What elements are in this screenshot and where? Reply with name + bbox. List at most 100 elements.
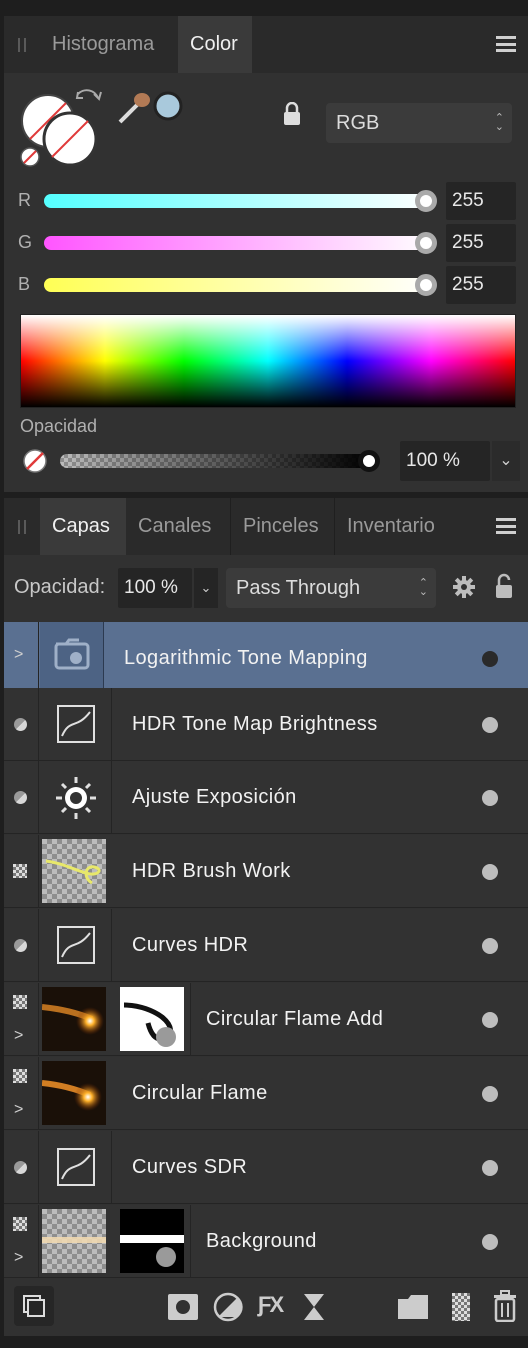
layer-opacity-dropdown[interactable]: ⌄	[194, 568, 218, 608]
adjustment-icon[interactable]	[212, 1291, 244, 1323]
add-group-folder-icon[interactable]	[396, 1293, 430, 1321]
color-model-value: RGB	[336, 112, 380, 134]
tab-inventario[interactable]: Inventario	[334, 498, 447, 555]
layer-expand-column[interactable]: >	[4, 622, 39, 694]
adjustment-layer-icon	[14, 791, 27, 804]
adjustment-layer-icon	[14, 1161, 27, 1174]
lock-icon[interactable]	[494, 573, 514, 599]
layer-row[interactable]: Curves SDR	[4, 1131, 528, 1204]
lock-icon[interactable]	[282, 102, 302, 126]
slider-r-handle[interactable]	[415, 190, 437, 212]
chevron-right-icon[interactable]: >	[14, 1249, 23, 1267]
fx-icon[interactable]: ƑX	[258, 1292, 284, 1318]
tab-color[interactable]: Color	[178, 16, 252, 73]
trash-icon[interactable]	[492, 1290, 518, 1322]
flame-thumbnail	[41, 987, 106, 1051]
layer-row[interactable]: > Logarithmic Tone Mapping	[4, 622, 528, 695]
layer-expand-column	[4, 688, 39, 760]
layer-name: HDR Tone Map Brightness	[132, 713, 378, 735]
swap-colors-icon[interactable]	[74, 86, 104, 114]
layer-expand-column	[4, 909, 39, 981]
panel-grip-icon[interactable]	[18, 38, 26, 52]
color-panel-tabbar: Histograma Color	[4, 16, 528, 73]
slider-g[interactable]	[44, 236, 434, 250]
exposure-sun-icon	[40, 761, 112, 834]
adjustment-layer-icon	[14, 939, 27, 952]
blend-mode-value: Pass Through	[236, 577, 361, 599]
tab-pinceles[interactable]: Pinceles	[230, 498, 331, 555]
eyedropper-icon[interactable]	[116, 88, 188, 128]
slider-g-handle[interactable]	[415, 232, 437, 254]
opacity-label: Opacidad	[20, 416, 98, 436]
layer-stack-button[interactable]	[14, 1286, 54, 1326]
layer-expand-column	[4, 761, 39, 833]
live-filter-icon[interactable]	[302, 1292, 326, 1322]
no-color-icon[interactable]	[22, 448, 48, 474]
layer-opacity-value[interactable]: 100 %	[118, 568, 192, 608]
value-b[interactable]: 255	[446, 266, 516, 304]
tab-canales[interactable]: Canales	[126, 498, 223, 555]
layer-visibility-dot[interactable]	[482, 938, 498, 954]
layer-name: Logarithmic Tone Mapping	[124, 647, 368, 669]
updown-arrows-icon: ⌃ ⌄	[418, 577, 428, 598]
layer-expand-column[interactable]: >	[4, 983, 39, 1055]
tab-capas[interactable]: Capas	[40, 498, 126, 555]
panel-grip-icon[interactable]	[18, 520, 26, 534]
layer-row[interactable]: HDR Brush Work	[4, 835, 528, 908]
panel-menu-icon[interactable]	[496, 518, 516, 534]
flame-thumbnail	[41, 1061, 106, 1125]
slider-b-handle[interactable]	[415, 274, 437, 296]
layer-row[interactable]: > Circular Flame	[4, 1057, 528, 1130]
group-folder-icon	[40, 622, 104, 694]
mask-layer-icon[interactable]	[166, 1292, 200, 1322]
chevron-right-icon[interactable]: >	[14, 1101, 23, 1119]
curves-icon	[40, 1131, 112, 1204]
layer-expand-column	[4, 1131, 39, 1203]
layer-expand-column[interactable]: >	[4, 1057, 39, 1129]
add-pixel-layer-icon[interactable]	[452, 1293, 470, 1321]
tab-histograma[interactable]: Histograma	[40, 16, 166, 73]
layer-visibility-dot[interactable]	[482, 864, 498, 880]
layer-visibility-dot[interactable]	[482, 651, 498, 667]
layer-expand-column[interactable]: >	[4, 1205, 39, 1277]
slider-b[interactable]	[44, 278, 434, 292]
opacity-slider[interactable]	[60, 454, 370, 468]
layer-row[interactable]: HDR Tone Map Brightness	[4, 688, 528, 761]
pixel-layer-icon	[13, 1217, 27, 1231]
color-model-select[interactable]: RGB ⌃ ⌄	[326, 103, 512, 143]
gear-icon[interactable]	[452, 575, 476, 599]
layer-name: Curves HDR	[132, 934, 249, 956]
layer-visibility-dot[interactable]	[482, 1086, 498, 1102]
layer-visibility-dot[interactable]	[482, 1160, 498, 1176]
pixel-layer-icon	[13, 864, 27, 878]
pixel-layer-icon	[13, 995, 27, 1009]
mask-divider	[190, 1205, 191, 1278]
layer-visibility-dot[interactable]	[482, 717, 498, 733]
layer-visibility-dot[interactable]	[482, 1012, 498, 1028]
layer-row[interactable]: Curves HDR	[4, 909, 528, 982]
layer-name: Circular Flame	[132, 1082, 268, 1104]
background-thumbnail	[42, 1209, 106, 1273]
channel-label-b: B	[18, 274, 31, 294]
value-g[interactable]: 255	[446, 224, 516, 262]
layer-row[interactable]: > Background	[4, 1205, 528, 1278]
layer-visibility-dot[interactable]	[482, 790, 498, 806]
color-spectrum[interactable]	[20, 314, 516, 408]
layer-opacity-label: Opacidad:	[14, 576, 106, 598]
opacity-slider-handle[interactable]	[358, 450, 380, 472]
layer-name: Circular Flame Add	[206, 1008, 384, 1030]
opacity-dropdown-button[interactable]: ⌄	[492, 441, 520, 481]
channel-label-g: G	[18, 232, 33, 252]
layer-name: HDR Brush Work	[132, 860, 291, 882]
layer-visibility-dot[interactable]	[482, 1234, 498, 1250]
chevron-right-icon[interactable]: >	[14, 1027, 23, 1045]
panel-menu-icon[interactable]	[496, 36, 516, 52]
layer-row[interactable]: > Circular Flame Add	[4, 983, 528, 1056]
blend-mode-select[interactable]: Pass Through ⌃ ⌄	[226, 568, 436, 608]
chevron-right-icon[interactable]: >	[14, 646, 23, 664]
fill-stroke-swatches[interactable]	[18, 88, 128, 188]
value-r[interactable]: 255	[446, 182, 516, 220]
opacity-value[interactable]: 100 %	[400, 441, 490, 481]
slider-r[interactable]	[44, 194, 434, 208]
layer-row[interactable]: Ajuste Exposición	[4, 761, 528, 834]
